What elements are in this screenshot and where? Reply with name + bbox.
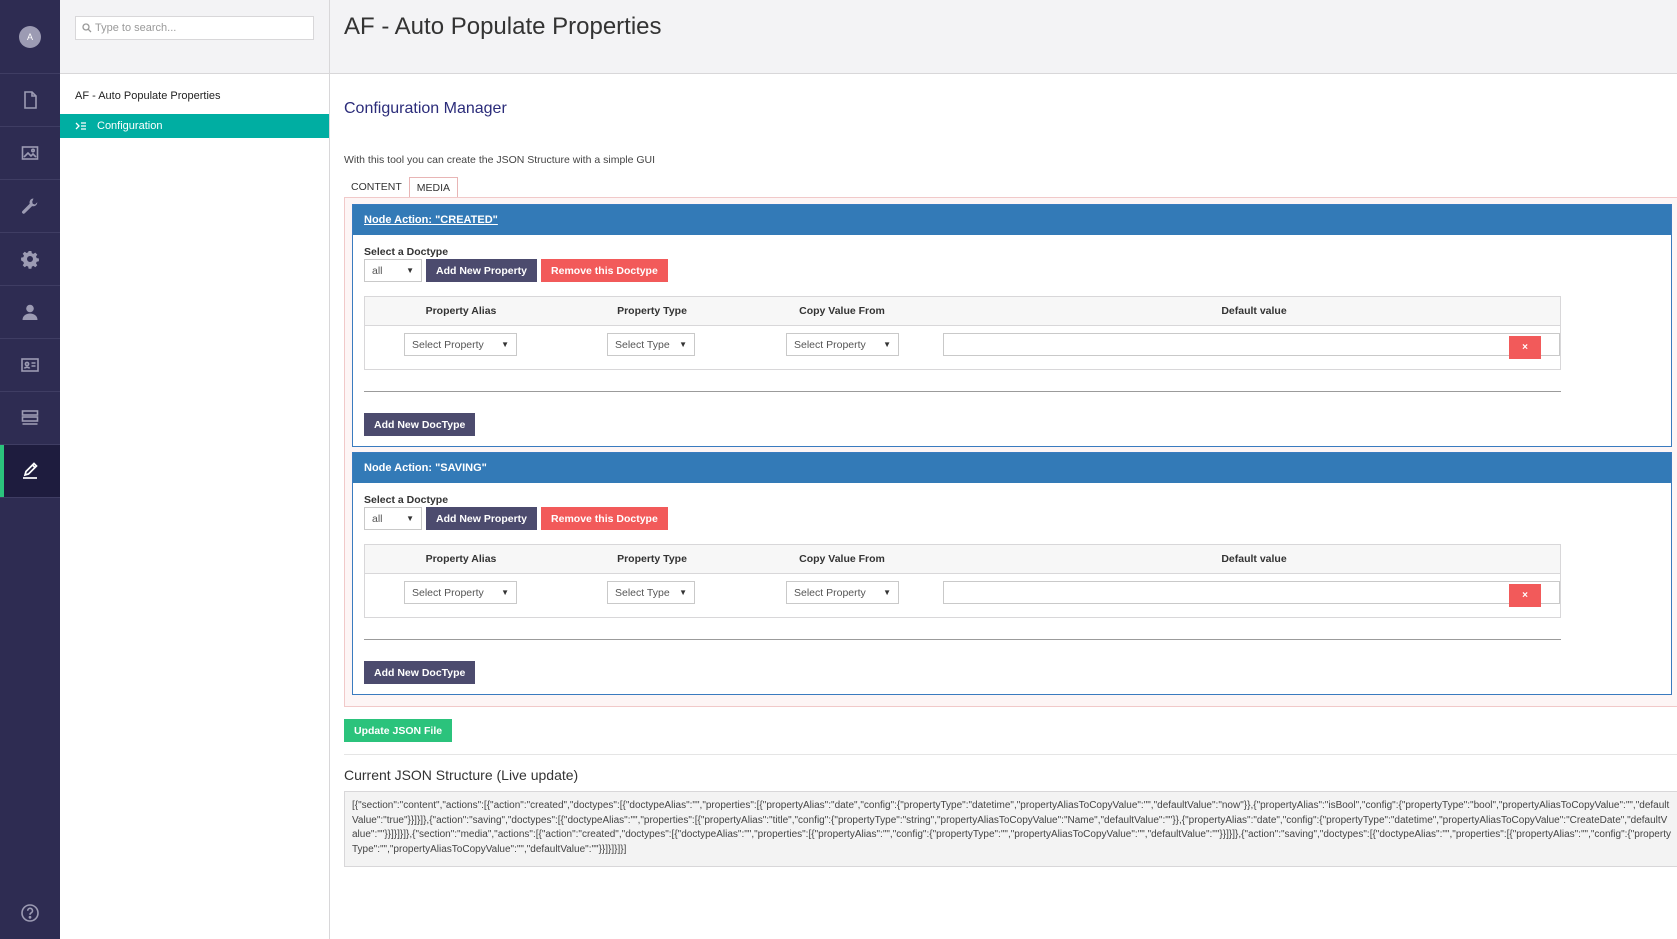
divider <box>364 639 1561 640</box>
delete-row-button[interactable]: × <box>1509 336 1541 359</box>
property-table: Property Alias Property Type Copy Value … <box>364 296 1561 370</box>
json-structure-title: Current JSON Structure (Live update) <box>344 767 579 783</box>
add-new-property-button[interactable]: Add New Property <box>426 259 538 282</box>
media-tab-panel: Node Action: "CREATED" Select a Doctype … <box>344 197 1677 707</box>
forms-icon[interactable] <box>0 392 60 445</box>
doctype-select[interactable]: all ▼ <box>364 507 422 530</box>
doctype-controls: all ▼ Add New Property Remove this Docty… <box>364 259 1660 282</box>
id-card-icon[interactable] <box>0 339 60 392</box>
delete-row-button[interactable]: × <box>1509 584 1541 607</box>
node-action-saving: Node Action: "SAVING" Select a Doctype a… <box>352 452 1672 695</box>
tab-content[interactable]: CONTENT <box>344 177 409 197</box>
node-action-created: Node Action: "CREATED" Select a Doctype … <box>352 204 1672 447</box>
tree-node-configuration[interactable]: Configuration <box>60 114 329 138</box>
copy-value-from-select[interactable]: Select Property ▼ <box>786 581 899 604</box>
copy-value-from-select-value: Select Property <box>794 338 866 351</box>
node-action-body: Select a Doctype all ▼ Add New Property … <box>353 235 1671 446</box>
media-icon[interactable] <box>0 127 60 180</box>
tree-search-bar <box>60 0 329 74</box>
property-table: Property Alias Property Type Copy Value … <box>364 544 1561 618</box>
json-structure-output: [{"section":"content","actions":[{"actio… <box>344 791 1677 867</box>
add-new-doctype-button[interactable]: Add New DocType <box>364 661 476 684</box>
chevron-down-icon: ▼ <box>679 340 687 349</box>
tree-node-label: Configuration <box>97 120 163 132</box>
column-default-value: Default value <box>1221 553 1287 565</box>
doctype-select[interactable]: all ▼ <box>364 259 422 282</box>
avatar-container: A <box>0 0 60 74</box>
property-type-select-value: Select Type <box>615 338 670 351</box>
column-property-alias: Property Alias <box>425 305 497 317</box>
remove-doctype-button[interactable]: Remove this Doctype <box>541 507 668 530</box>
chevron-down-icon: ▼ <box>883 588 891 597</box>
search-icon <box>82 23 92 33</box>
doctype-controls: all ▼ Add New Property Remove this Docty… <box>364 507 1660 530</box>
settings-gear-icon[interactable] <box>0 233 60 286</box>
node-action-title-link[interactable]: Node Action: "CREATED" <box>364 214 498 226</box>
tree-root-label[interactable]: AF - Auto Populate Properties <box>60 74 329 114</box>
property-type-select[interactable]: Select Type ▼ <box>607 581 695 604</box>
copy-value-from-select[interactable]: Select Property ▼ <box>786 333 899 356</box>
section-rail: A <box>0 0 60 939</box>
chevron-down-icon: ▼ <box>679 588 687 597</box>
property-alias-select-value: Select Property <box>412 338 484 351</box>
chevron-down-icon: ▼ <box>883 340 891 349</box>
divider <box>364 391 1561 392</box>
node-action-title: Node Action: "SAVING" <box>364 462 487 474</box>
chevron-down-icon: ▼ <box>501 588 509 597</box>
property-row: Select Property ▼ Select Type ▼ Select P… <box>365 574 1560 617</box>
column-copy-value-from: Copy Value From <box>799 553 885 565</box>
chevron-down-icon: ▼ <box>406 514 414 523</box>
edit-icon[interactable] <box>0 445 60 498</box>
column-default-value: Default value <box>1221 305 1287 317</box>
section-tabs: CONTENT MEDIA <box>344 177 1663 197</box>
node-action-body: Select a Doctype all ▼ Add New Property … <box>353 483 1671 694</box>
section-title: Configuration Manager <box>344 100 507 117</box>
configuration-icon <box>75 122 86 130</box>
page-header: AF - Auto Populate Properties <box>330 0 1677 74</box>
select-doctype-label: Select a Doctype <box>364 246 449 258</box>
default-value-input[interactable] <box>943 581 1560 604</box>
node-action-header: Node Action: "CREATED" <box>353 205 1671 235</box>
column-property-type: Property Type <box>617 305 687 317</box>
search-input[interactable] <box>76 17 313 39</box>
remove-doctype-button[interactable]: Remove this Doctype <box>541 259 668 282</box>
tab-media[interactable]: MEDIA <box>408 177 459 197</box>
node-action-header: Node Action: "SAVING" <box>353 453 1671 483</box>
page-title: AF - Auto Populate Properties <box>344 13 662 40</box>
property-type-select-value: Select Type <box>615 586 670 599</box>
column-property-type: Property Type <box>617 553 687 565</box>
update-json-file-button[interactable]: Update JSON File <box>344 719 453 742</box>
default-value-input[interactable] <box>943 333 1560 356</box>
property-row: Select Property ▼ Select Type ▼ Select P… <box>365 326 1560 369</box>
content-icon[interactable] <box>0 74 60 127</box>
select-doctype-label: Select a Doctype <box>364 494 449 506</box>
property-alias-select[interactable]: Select Property ▼ <box>404 581 517 604</box>
help-icon[interactable] <box>0 903 60 923</box>
add-new-property-button[interactable]: Add New Property <box>426 507 538 530</box>
property-alias-select[interactable]: Select Property ▼ <box>404 333 517 356</box>
description-text: With this tool you can create the JSON S… <box>344 154 656 166</box>
property-alias-select-value: Select Property <box>412 586 484 599</box>
user-avatar[interactable]: A <box>19 25 41 48</box>
main-content: Configuration Manager With this tool you… <box>330 74 1677 867</box>
main-area: AF - Auto Populate Properties Configurat… <box>330 0 1677 939</box>
add-new-doctype-button[interactable]: Add New DocType <box>364 413 476 436</box>
property-table-header: Property Alias Property Type Copy Value … <box>365 545 1560 574</box>
copy-value-from-select-value: Select Property <box>794 586 866 599</box>
chevron-down-icon: ▼ <box>501 340 509 349</box>
chevron-down-icon: ▼ <box>406 266 414 275</box>
tree-panel: AF - Auto Populate Properties Configurat… <box>60 0 330 939</box>
doctype-select-value: all <box>372 264 383 277</box>
user-icon[interactable] <box>0 286 60 339</box>
property-type-select[interactable]: Select Type ▼ <box>607 333 695 356</box>
update-section: Update JSON File <box>344 719 1677 755</box>
tree-search-box <box>75 16 314 40</box>
column-copy-value-from: Copy Value From <box>799 305 885 317</box>
wrench-icon[interactable] <box>0 180 60 233</box>
doctype-select-value: all <box>372 512 383 525</box>
property-table-header: Property Alias Property Type Copy Value … <box>365 297 1560 326</box>
column-property-alias: Property Alias <box>425 553 497 565</box>
